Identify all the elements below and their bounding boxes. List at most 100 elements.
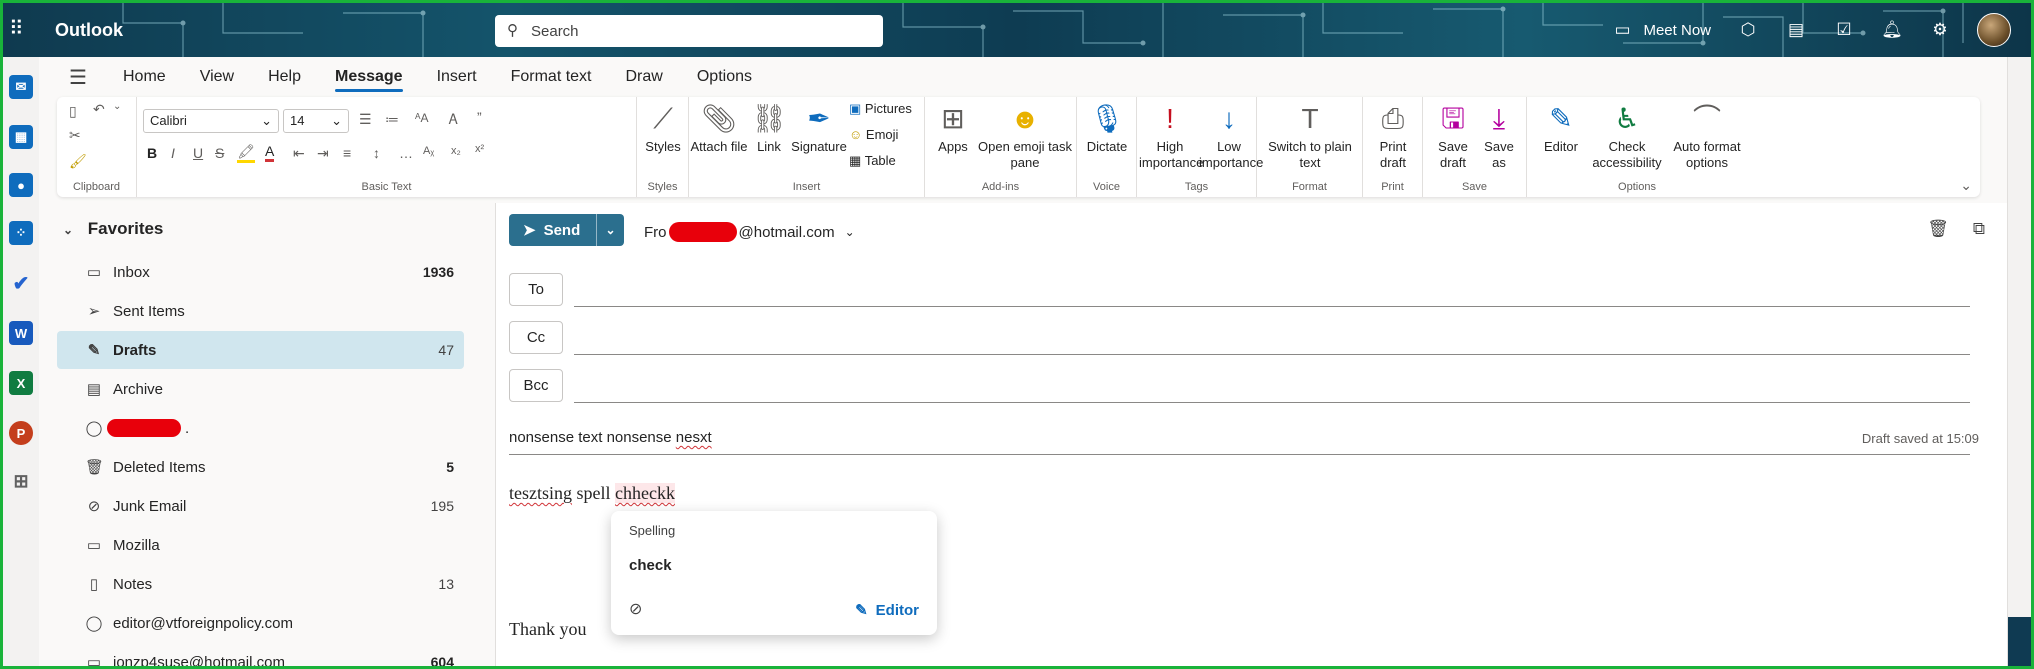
bold-icon[interactable]: B <box>147 145 157 161</box>
app-launcher-icon[interactable]: ⠿ <box>9 19 31 41</box>
teams-icon[interactable]: ⬡ <box>1737 20 1759 40</box>
folder-mozilla[interactable]: ▭ Mozilla <box>57 526 464 564</box>
avatar[interactable] <box>1977 13 2011 47</box>
folder-notes[interactable]: ▯ Notes 13 <box>57 565 464 603</box>
paste-icon[interactable]: ▯ <box>69 103 77 120</box>
line-spacing-icon[interactable]: ↕ <box>373 145 380 161</box>
pop-out-icon[interactable]: ⧉ <box>1973 219 1985 239</box>
to-field[interactable] <box>574 306 1970 307</box>
numbering-icon[interactable]: ≔ <box>385 111 399 128</box>
search-input[interactable] <box>531 22 871 40</box>
todo-app-icon[interactable]: ✔ <box>9 271 33 295</box>
to-button[interactable]: To <box>509 273 563 306</box>
cut-icon[interactable]: ✂ <box>69 127 81 144</box>
tab-message[interactable]: Message <box>334 62 403 92</box>
powerpoint-app-icon[interactable]: P <box>9 421 33 445</box>
tab-draw[interactable]: Draw <box>626 62 663 92</box>
meet-now-button[interactable]: ▭ Meet Now <box>1611 20 1711 40</box>
editor-link[interactable]: ✎ Editor <box>855 601 919 620</box>
app-title[interactable]: Outlook <box>55 20 123 41</box>
format-painter-icon[interactable]: 🖌︎ <box>69 153 87 170</box>
check-accessibility-button[interactable]: ♿︎ Check accessibility <box>1589 103 1665 171</box>
save-as-button[interactable]: ⤓ Save as <box>1479 103 1519 171</box>
bcc-field[interactable] <box>574 402 1970 403</box>
hamburger-menu-icon[interactable]: ☰ <box>69 65 101 90</box>
decrease-font-icon[interactable]: ᴬA <box>415 111 428 125</box>
folder-archive[interactable]: ▤ Archive <box>57 370 464 408</box>
font-size-select[interactable]: 14 ⌄ <box>283 109 349 133</box>
folder-junk-email[interactable]: ⊘ Junk Email 195 <box>57 487 464 525</box>
ignore-icon[interactable]: ⊘ <box>629 599 649 619</box>
folder-hotmail-account[interactable]: ▭ jonzp4suse@hotmail.com 604 <box>57 643 464 667</box>
link-button[interactable]: ⛓ Link <box>749 103 789 155</box>
ribbon-expand-icon[interactable]: ⌄ <box>1960 177 1972 194</box>
my-day-icon[interactable]: ☑ <box>1833 20 1855 40</box>
subject-field[interactable]: nonsense text nonsense nesxt <box>509 429 712 446</box>
more-apps-icon[interactable]: ⊞ <box>9 469 33 493</box>
send-button[interactable]: ➤ Send <box>509 214 597 246</box>
undo-icon[interactable]: ↶ <box>93 101 105 118</box>
spelling-suggestion[interactable]: check <box>629 557 672 574</box>
attach-file-button[interactable]: 📎︎ Attach file <box>689 103 749 155</box>
bullets-icon[interactable]: ☰ <box>359 111 372 128</box>
folder-drafts[interactable]: ✎ Drafts 47 <box>57 331 464 369</box>
strikethrough-icon[interactable]: S <box>215 145 224 161</box>
highlight-icon[interactable]: 🖍︎ <box>237 143 255 163</box>
word-app-icon[interactable]: W <box>9 321 33 345</box>
calendar-app-icon[interactable]: ▦ <box>9 125 33 149</box>
align-icon[interactable]: ≡ <box>343 145 351 161</box>
tab-options[interactable]: Options <box>697 62 752 92</box>
increase-indent-icon[interactable]: ⇥ <box>317 145 329 162</box>
discard-trash-icon[interactable]: 🗑︎ <box>1927 219 1949 239</box>
cc-button[interactable]: Cc <box>509 321 563 354</box>
tab-help[interactable]: Help <box>268 62 301 92</box>
misspelled-word-selected[interactable]: chheckk <box>615 483 675 503</box>
search-box[interactable]: ⚲ <box>495 15 883 47</box>
cc-field[interactable] <box>574 354 1970 355</box>
bcc-button[interactable]: Bcc <box>509 369 563 402</box>
folder-redacted-person[interactable]: ◯ . <box>57 409 464 447</box>
misspelled-word[interactable]: tesztsing <box>509 483 572 503</box>
italic-icon[interactable]: I <box>171 145 175 161</box>
more-format-icon[interactable]: … <box>399 145 413 161</box>
favorites-header[interactable]: ⌄ Favorites <box>63 219 163 239</box>
gear-icon[interactable]: ⚙ <box>1929 20 1951 40</box>
low-importance-button[interactable]: ↓ Low importance <box>1199 103 1263 171</box>
folder-deleted-items[interactable]: 🗑︎ Deleted Items 5 <box>57 448 464 486</box>
dictate-button[interactable]: 🎙︎ Dictate <box>1077 103 1137 155</box>
message-body[interactable]: tesztsing spell chheckk <box>509 483 675 504</box>
excel-app-icon[interactable]: X <box>9 371 33 395</box>
folder-sent-items[interactable]: ➢ Sent Items <box>57 292 464 330</box>
pictures-button[interactable]: ▣ Pictures <box>849 101 925 117</box>
people-app-icon[interactable]: ● <box>9 173 33 197</box>
groups-app-icon[interactable]: ⁘ <box>9 221 33 245</box>
font-name-select[interactable]: Calibri ⌄ <box>143 109 279 133</box>
table-button[interactable]: ▦ Table <box>849 153 925 169</box>
save-draft-button[interactable]: 🖫︎ Save draft <box>1431 103 1475 171</box>
open-emoji-button[interactable]: ☻ Open emoji task pane <box>975 103 1075 171</box>
superscript-icon[interactable]: x² <box>475 143 484 155</box>
tab-insert[interactable]: Insert <box>437 62 477 92</box>
send-options-dropdown[interactable]: ⌄ <box>597 223 624 237</box>
signature-button[interactable]: ✒ Signature <box>789 103 849 155</box>
subscript-icon[interactable]: x₂ <box>451 145 461 157</box>
auto-format-button[interactable]: ⌒ Auto format options <box>1667 103 1747 171</box>
emoji-button[interactable]: ☺ Emoji <box>849 127 925 143</box>
undo-dropdown-icon[interactable]: ⌄ <box>113 101 121 112</box>
print-draft-button[interactable]: ⎙ Print draft <box>1369 103 1417 171</box>
bell-icon[interactable]: 🔔︎ <box>1881 20 1903 40</box>
switch-plain-text-button[interactable]: T Switch to plain text <box>1261 103 1359 171</box>
tab-home[interactable]: Home <box>123 62 166 92</box>
underline-icon[interactable]: U <box>193 145 203 161</box>
mail-app-icon[interactable]: ✉ <box>9 75 33 99</box>
body-closing[interactable]: Thank you <box>509 619 586 640</box>
folder-editor-account[interactable]: ◯ editor@vtforeignpolicy.com <box>57 604 464 642</box>
from-selector[interactable]: Fro @hotmail.com ⌄ <box>644 222 855 242</box>
high-importance-button[interactable]: ! High importance <box>1139 103 1203 171</box>
editor-ribbon-button[interactable]: ✎ Editor <box>1537 103 1585 155</box>
clear-format-icon[interactable]: Aᵪ <box>423 145 434 157</box>
font-color-icon[interactable]: A <box>265 143 275 162</box>
folder-inbox[interactable]: ▭ Inbox 1936 <box>57 253 464 291</box>
styles-button[interactable]: ⟋ Styles <box>637 103 689 155</box>
decrease-indent-icon[interactable]: ⇤ <box>293 145 305 162</box>
